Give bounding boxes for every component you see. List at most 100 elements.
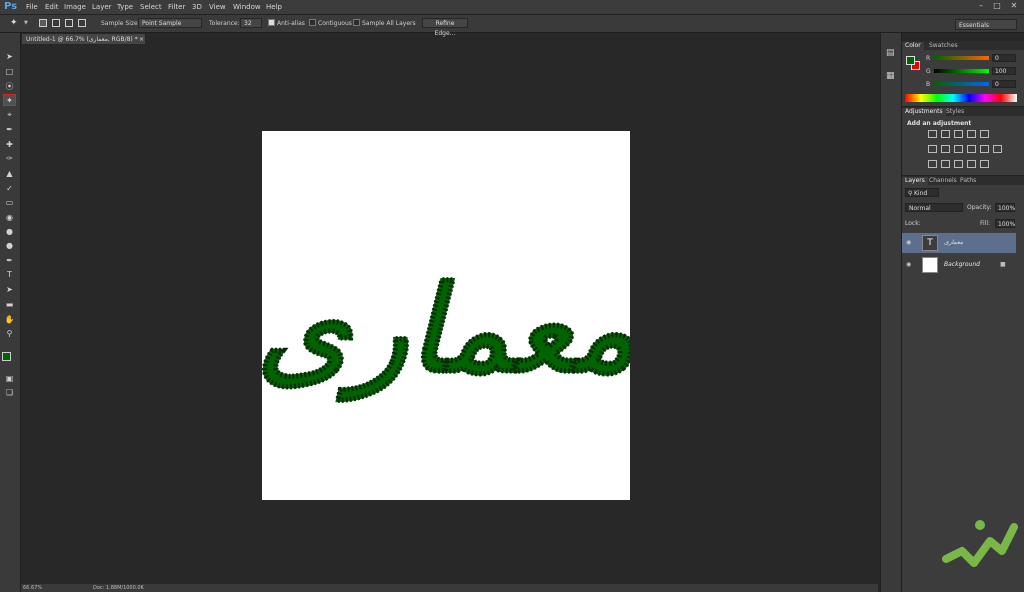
layer-name[interactable]: Background [944,261,980,268]
color-panel-foreground[interactable] [906,56,915,65]
tab-styles[interactable]: Styles [943,108,967,116]
posterize-adjustment-icon[interactable] [941,160,950,168]
zoom-tool-icon[interactable]: ⚲ [3,328,16,340]
hand-tool-icon[interactable]: ✋ [3,314,16,326]
tolerance-input[interactable]: 32 [240,18,262,28]
b-slider[interactable] [934,82,989,86]
menu-type[interactable]: Type [117,3,133,11]
blend-mode-select[interactable]: Normal [905,203,963,212]
paint-bucket-tool-icon[interactable]: ◉ [3,212,16,224]
screen-mode-icon[interactable]: ❏ [3,387,16,399]
subtract-from-selection-icon[interactable] [65,19,73,27]
g-slider[interactable] [934,69,989,73]
menu-window[interactable]: Window [233,3,261,11]
tab-channels[interactable]: Channels [926,177,960,185]
close-tab-icon[interactable]: × [139,34,144,46]
channel-mixer-adjustment-icon[interactable] [980,145,989,153]
add-to-selection-icon[interactable] [52,19,60,27]
selective-color-adjustment-icon[interactable] [980,160,989,168]
properties-panel-icon[interactable]: ▦ [886,71,895,81]
r-slider[interactable] [934,56,989,60]
refine-edge-button[interactable]: Refine Edge... [422,18,468,37]
quick-mask-icon[interactable]: ▣ [3,373,16,385]
threshold-adjustment-icon[interactable] [954,160,963,168]
path-selection-tool-icon[interactable]: ➤ [3,284,16,296]
chevron-down-icon[interactable]: ▼ [24,20,28,26]
canvas-text[interactable]: معماری [255,260,636,404]
photo-filter-adjustment-icon[interactable] [967,145,976,153]
type-tool-icon[interactable]: T [3,269,16,281]
brightness-adjustment-icon[interactable] [928,130,937,138]
anti-alias-checkbox[interactable] [268,19,275,26]
menu-image[interactable]: Image [64,3,86,11]
opacity-input[interactable]: 100% [995,203,1015,212]
tab-color[interactable]: Color [902,42,924,50]
new-selection-icon[interactable] [39,19,47,27]
sample-size-select[interactable]: Point Sample [138,18,202,28]
levels-adjustment-icon[interactable] [941,130,950,138]
close-icon[interactable]: ✕ [1007,1,1021,12]
sample-all-layers-checkbox[interactable] [353,19,360,26]
menu-layer[interactable]: Layer [92,3,112,11]
history-panel-icon[interactable]: ▤ [886,48,895,58]
rectangle-tool-icon[interactable]: ▬ [3,299,16,311]
hue-saturation-adjustment-icon[interactable] [928,145,937,153]
brush-tool-icon[interactable]: ✑ [3,153,16,165]
fill-label: Fill: [980,220,991,227]
foreground-color-swatch[interactable] [2,352,11,361]
magic-wand-preset-icon[interactable]: ✦ [10,18,18,28]
menu-file[interactable]: File [26,3,38,11]
layer-filter-select[interactable]: ⚲ Kind [905,188,939,197]
menu-select[interactable]: Select [140,3,162,11]
blur-tool-icon[interactable]: ● [3,226,16,238]
menu-3d[interactable]: 3D [192,3,202,11]
exposure-adjustment-icon[interactable] [967,130,976,138]
menu-help[interactable]: Help [266,3,282,11]
layer-name[interactable]: معماری [944,239,963,246]
minimize-icon[interactable]: – [974,1,988,12]
crop-tool-icon[interactable]: ⌖ [3,109,16,121]
dodge-tool-icon[interactable]: ● [3,240,16,252]
workspace-select[interactable]: Essentials [955,19,1017,30]
invert-adjustment-icon[interactable] [928,160,937,168]
black-white-adjustment-icon[interactable] [954,145,963,153]
gradient-map-adjustment-icon[interactable] [967,160,976,168]
tab-layers[interactable]: Layers [902,177,928,185]
curves-adjustment-icon[interactable] [954,130,963,138]
history-brush-tool-icon[interactable]: ✓ [3,183,16,195]
fill-input[interactable]: 100% [995,219,1015,228]
visibility-eye-icon[interactable]: ◉ [906,261,912,268]
r-value-input[interactable]: 0 [992,54,1016,62]
menu-edit[interactable]: Edit [45,3,59,11]
color-lookup-adjustment-icon[interactable] [993,145,1002,153]
restore-icon[interactable]: □ [990,1,1004,12]
eyedropper-tool-icon[interactable]: ✒ [3,124,16,136]
healing-brush-tool-icon[interactable]: ✚ [3,139,16,151]
layer-row-background[interactable]: ◉ Background ■ [902,255,1016,275]
magic-wand-tool-icon[interactable]: ✦ [3,94,16,106]
lasso-tool-icon[interactable]: ⦿ [3,81,16,93]
menu-view[interactable]: View [209,3,226,11]
color-balance-adjustment-icon[interactable] [941,145,950,153]
layer-row-text[interactable]: ◉ T معماری [902,233,1016,253]
clone-stamp-tool-icon[interactable]: ▲ [3,168,16,180]
color-spectrum-ramp[interactable] [905,94,1017,102]
menu-filter[interactable]: Filter [168,3,185,11]
marquee-tool-icon[interactable]: □ [3,66,16,78]
tab-paths[interactable]: Paths [957,177,979,185]
eraser-tool-icon[interactable]: ▭ [3,197,16,209]
vibrance-adjustment-icon[interactable] [980,130,989,138]
b-value-input[interactable]: 0 [992,80,1016,88]
intersect-selection-icon[interactable] [78,19,86,27]
tab-swatches[interactable]: Swatches [926,42,961,50]
contiguous-checkbox[interactable] [309,19,316,26]
visibility-eye-icon[interactable]: ◉ [906,239,912,246]
zoom-level[interactable]: 66.67% [23,585,42,591]
document-tab[interactable]: Untitled-1 @ 66.7% (معماری, RGB/8) * × [21,33,146,45]
opacity-label: Opacity: [967,204,992,211]
g-value-input[interactable]: 100 [992,67,1016,75]
tab-adjustments[interactable]: Adjustments [902,108,946,116]
document-canvas[interactable]: معماری [255,131,637,500]
pen-tool-icon[interactable]: ✒ [3,255,16,267]
move-tool-icon[interactable]: ➤ [3,51,16,63]
